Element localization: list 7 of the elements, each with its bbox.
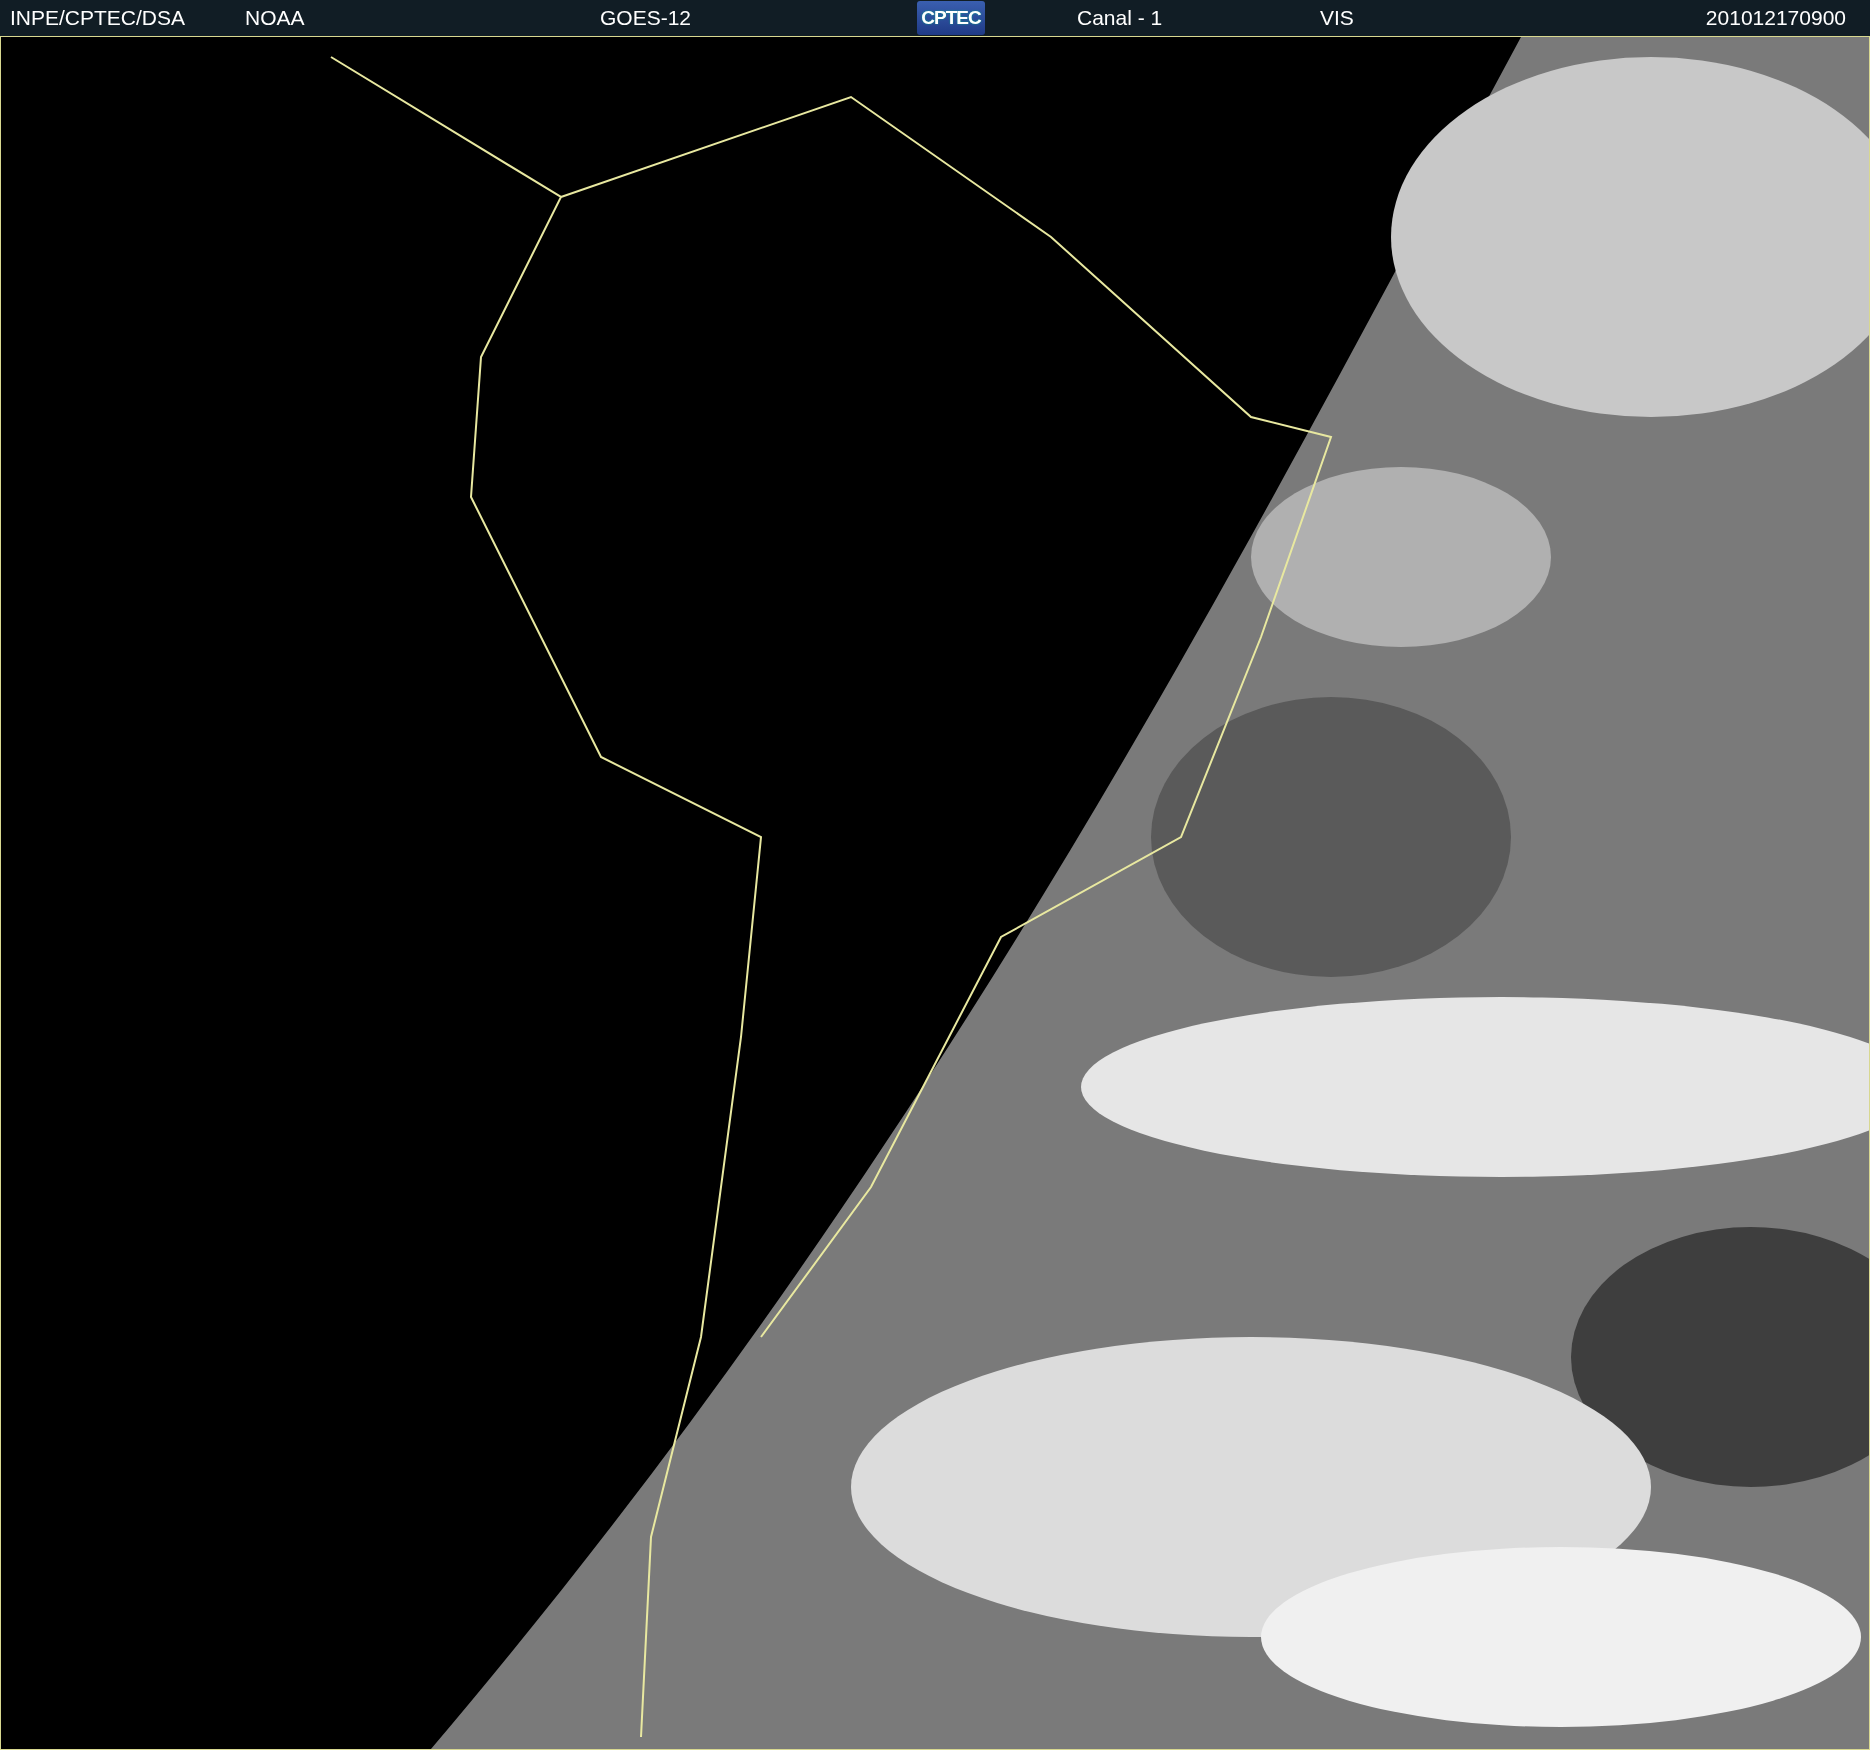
logo: CPTEC [917, 1, 985, 35]
header-label: VIS [1320, 6, 1354, 30]
header-label: GOES-12 [600, 6, 692, 30]
header-label: Canal - 1 [1077, 6, 1163, 30]
header-label: 201012170900 [1705, 6, 1847, 30]
header-label: INPE/CPTEC/DSA [10, 6, 186, 30]
header-label: NOAA [245, 6, 305, 30]
